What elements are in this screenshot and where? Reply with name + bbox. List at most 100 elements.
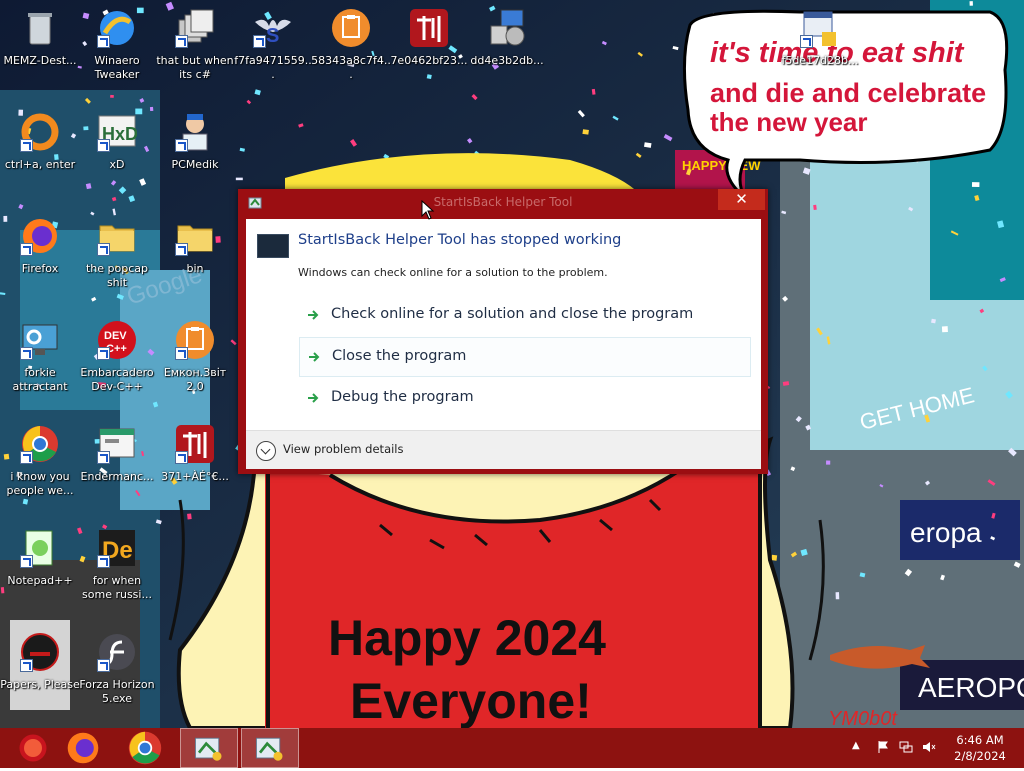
close-program-option[interactable]: Close the program: [299, 337, 751, 377]
desktop-icon[interactable]: 7e0462bf23...: [389, 2, 469, 102]
network-icon[interactable]: [899, 740, 913, 754]
shortcut-arrow-icon: [97, 451, 110, 464]
desktop-icon[interactable]: Notepad++: [0, 522, 80, 622]
desktop-icon-label: that but when its c#: [156, 54, 234, 81]
check-online-option[interactable]: Check online for a solution and close th…: [299, 296, 749, 334]
desktop-icon-label: xD: [109, 158, 125, 171]
hxd-icon: HxD: [97, 112, 138, 152]
volume-muted-icon[interactable]: [922, 740, 936, 754]
taskbar-button-error-reporting[interactable]: [241, 728, 299, 768]
desktop-icon[interactable]: Papers, Please: [0, 626, 80, 726]
option-label: Close the program: [332, 348, 467, 364]
flag-icon[interactable]: [876, 740, 890, 754]
desktop-icon[interactable]: Winaero Tweaker: [77, 2, 157, 102]
shortcut-arrow-icon: [175, 451, 188, 464]
winaero-icon: [97, 8, 137, 48]
shortcut-arrow-icon: [20, 659, 33, 672]
desktop-icon[interactable]: f5de17d28b...: [780, 2, 860, 102]
desktop-icon-label: 7e0462bf23...: [390, 54, 468, 67]
desktop-icon[interactable]: i know you people we...: [0, 418, 80, 518]
clock-time[interactable]: 6:46 AM: [950, 733, 1010, 747]
desktop-icon-label: 58343a8c7f4...: [311, 54, 391, 81]
shortcut-arrow-icon: [20, 555, 33, 568]
desktop-icon[interactable]: PCMedik: [155, 106, 235, 206]
green-arrow-icon: [308, 393, 319, 403]
desktop-icon-label: Notepad++: [7, 574, 73, 587]
taskbar-button-error-reporting[interactable]: [180, 728, 238, 768]
desktop-icon[interactable]: that but when its c#: [155, 2, 235, 102]
app-window-icon: [257, 234, 289, 258]
svg-text:DEV: DEV: [104, 330, 127, 342]
recycle-bin-icon: [20, 8, 60, 48]
devcpp-icon: DEV C++: [97, 320, 137, 360]
desktop-icon[interactable]: Forza Horizon 5.exe: [77, 626, 157, 726]
clipboard-orange-icon: [175, 320, 215, 360]
desktop-icon[interactable]: 371+ÀÉ°€...: [155, 418, 235, 518]
firefox-icon: [65, 730, 105, 766]
view-details-link[interactable]: View problem details: [283, 442, 404, 456]
shortcut-arrow-icon: [97, 659, 110, 672]
close-button[interactable]: ✕: [718, 189, 765, 210]
shortcut-arrow-icon: [20, 347, 33, 360]
debug-program-option[interactable]: Debug the program: [299, 379, 749, 417]
desktop-icon-label: Endermanc...: [80, 470, 154, 483]
desktop-icon[interactable]: bin: [155, 210, 235, 310]
dialog-titlebar[interactable]: StartIsBack Helper Tool ✕: [238, 189, 768, 219]
dialog-title: StartIsBack Helper Tool: [433, 195, 573, 209]
desktop-icon[interactable]: HxD xD: [77, 106, 157, 206]
desktop-icon-label: dd4e3b2db...: [470, 54, 544, 67]
chevron-down-icon[interactable]: [256, 441, 276, 461]
desktop-icon[interactable]: De for when some russi...: [77, 522, 157, 622]
chevron-up-icon[interactable]: ▲: [852, 740, 862, 751]
desktop-icon[interactable]: DEV C++ Embarcadero Dev-C++: [77, 314, 157, 414]
shortcut-arrow-icon: [97, 243, 110, 256]
flash-icon: [97, 632, 137, 672]
dialog-body: StartIsBack Helper Tool has stopped work…: [246, 219, 761, 430]
desktop-icon[interactable]: Endermanc...: [77, 418, 157, 518]
green-arrow-icon: [309, 352, 320, 362]
red-glyph-icon: [409, 8, 449, 48]
desktop-icon[interactable]: ctrl+a, enter: [0, 106, 80, 206]
shortcut-arrow-icon: [97, 35, 110, 48]
desktop-icon[interactable]: MEMZ-Dest...: [0, 2, 80, 102]
desktop-icon-label: forkie attractant: [12, 366, 68, 393]
firefox-icon: [20, 216, 60, 256]
red-glyph-icon: [175, 424, 215, 464]
window-app-icon: [97, 424, 137, 464]
clock-date[interactable]: 2/8/2024: [950, 749, 1010, 763]
error-reporting-icon: [190, 731, 230, 767]
wallpaper-sign-text: eropa: [910, 517, 982, 548]
desktop-icon-label: i know you people we...: [6, 470, 74, 497]
desktop-icon[interactable]: Sf7fa9471559...: [233, 2, 313, 102]
desktop-icon[interactable]: Емкон.Звіт 2.0: [155, 314, 235, 414]
desktop-icon-label: PCMedik: [171, 158, 219, 171]
shortcut-arrow-icon: [97, 555, 110, 568]
taskbar-button-firefox[interactable]: [56, 728, 114, 768]
desktop-icon-label: f5de17d28b...: [781, 54, 859, 67]
shortcut-arrow-icon: [175, 347, 188, 360]
desktop-icon-label: Papers, Please: [0, 678, 80, 691]
taskbar-button-chrome[interactable]: [118, 728, 176, 768]
desktop-icon[interactable]: forkie attractant: [0, 314, 80, 414]
desktop-icon-label: Forza Horizon 5.exe: [79, 678, 155, 705]
shortcut-arrow-icon: [20, 451, 33, 464]
desktop-icon[interactable]: dd4e3b2db...: [467, 2, 547, 102]
desktop-icon-label: ctrl+a, enter: [4, 158, 76, 171]
desktop-icon[interactable]: Firefox: [0, 210, 80, 310]
desktop-icon[interactable]: 58343a8c7f4...: [311, 2, 391, 102]
shortcut-arrow-icon: [20, 139, 33, 152]
shirt-line-1: Happy 2024: [328, 610, 606, 666]
skull-wings-icon: S: [253, 8, 293, 48]
svg-text:S: S: [266, 25, 279, 47]
bubble-line-3: the new year: [710, 107, 868, 137]
shortcut-arrow-icon: [97, 347, 110, 360]
option-label: Debug the program: [331, 389, 474, 405]
shirt-line-2: Everyone!: [350, 673, 592, 728]
desktop-icon-label: the popcap shit: [85, 262, 148, 289]
desktop-icon-label: Embarcadero Dev-C++: [80, 366, 154, 393]
taskbar: ▲ 6:46 AM 2/8/2024: [0, 728, 1024, 768]
error-reporting-icon: [251, 731, 291, 767]
folder-icon: [97, 216, 137, 256]
desktop-icon[interactable]: the popcap shit: [77, 210, 157, 310]
shortcut-arrow-icon: [175, 35, 188, 48]
